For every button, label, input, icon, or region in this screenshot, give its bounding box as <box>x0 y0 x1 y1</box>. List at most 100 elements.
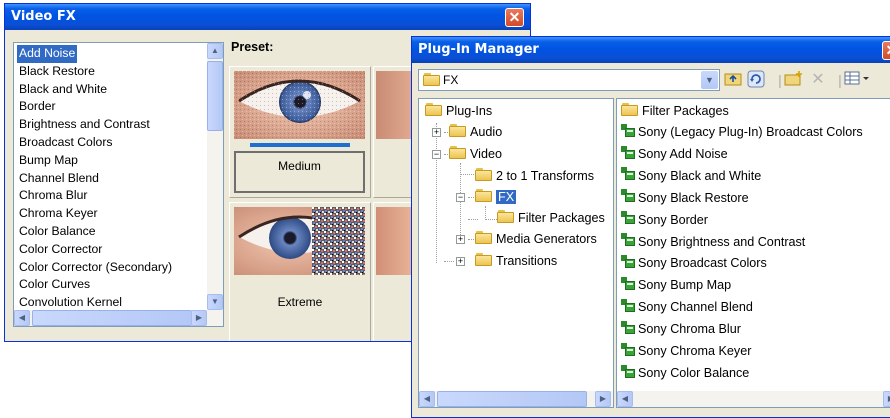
video-fx-close-button[interactable]: ✕ <box>505 8 524 27</box>
view-menu-icon[interactable] <box>844 70 869 90</box>
scroll-down-button[interactable]: ▼ <box>207 294 223 310</box>
effect-list-item[interactable]: Color Curves <box>17 276 92 294</box>
effect-list-item[interactable]: Chroma Keyer <box>17 205 100 223</box>
tree-item-media-generators[interactable]: Media Generators <box>475 229 597 250</box>
folder-icon <box>449 124 466 138</box>
effect-list-item[interactable]: Color Balance <box>17 223 98 241</box>
plugin-list-item[interactable]: Sony Brightness and Contrast <box>621 232 805 253</box>
effect-list-item[interactable]: Black Restore <box>17 63 97 81</box>
new-folder-icon[interactable] <box>784 70 804 90</box>
effect-list-item[interactable]: Broadcast Colors <box>17 134 114 152</box>
plugin-list-item[interactable]: Sony Black and White <box>621 166 761 187</box>
plugin-manager-close-button[interactable]: ✕ <box>882 41 890 60</box>
preset-selected-indicator <box>250 143 350 147</box>
preset-extreme-thumbnail <box>234 207 365 275</box>
folder-icon <box>475 253 492 267</box>
expand-icon[interactable]: + <box>456 257 465 266</box>
tree-item-transitions[interactable]: Transitions <box>475 251 557 272</box>
plugin-icon <box>621 276 635 291</box>
effect-list-item[interactable]: Chroma Blur <box>17 187 89 205</box>
scroll-up-button[interactable]: ▲ <box>207 43 223 59</box>
tree-item-audio[interactable]: Audio <box>449 122 502 143</box>
preset-partial[interactable] <box>373 202 416 341</box>
plugin-list-item[interactable]: Sony Bump Map <box>621 275 731 296</box>
plugin-list-item[interactable]: Sony Border <box>621 210 708 231</box>
folder-icon <box>497 210 514 224</box>
scroll-right-button[interactable]: ▶ <box>883 391 890 407</box>
preset-medium-thumbnail <box>234 71 365 139</box>
scroll-right-button[interactable]: ▶ <box>595 391 611 407</box>
tree-item-filter-packages[interactable]: Filter Packages <box>497 208 605 229</box>
folder-icon <box>425 103 442 117</box>
tree-item-plug-ins[interactable]: Plug-Ins <box>425 101 492 122</box>
plugin-list-item[interactable]: Sony Channel Blend <box>621 297 753 318</box>
address-value: FX <box>443 73 459 87</box>
expand-icon[interactable]: + <box>432 128 441 137</box>
expand-icon[interactable]: + <box>456 235 465 244</box>
preset-extreme[interactable]: Extreme <box>229 202 371 341</box>
effects-list[interactable]: Add Noise Black Restore Black and White Bor… <box>13 42 224 327</box>
preset-label: Preset: <box>231 40 274 54</box>
effect-list-item[interactable]: Black and White <box>17 81 109 99</box>
refresh-icon[interactable] <box>746 70 766 90</box>
effect-list-item[interactable]: Color Corrector (Secondary) <box>17 259 174 277</box>
tree-item-video[interactable]: Video <box>449 144 502 165</box>
horizontal-scroll-thumb[interactable] <box>437 391 587 407</box>
horizontal-scroll-thumb[interactable] <box>32 310 192 326</box>
preset-caption: Medium <box>278 159 321 173</box>
close-icon: ✕ <box>886 42 890 58</box>
folder-icon <box>475 189 492 203</box>
plugin-list[interactable]: Filter Packages Sony (Legacy Plug-In) Br… <box>616 98 890 408</box>
preset-medium[interactable]: Medium <box>229 66 371 198</box>
collapse-icon[interactable]: − <box>456 193 465 202</box>
effects-list-horizontal-scrollbar[interactable]: ◀ ▶ <box>14 310 223 326</box>
folder-tree[interactable]: Plug-Ins + Audio − Video 2 to 1 Transfor… <box>418 98 614 408</box>
plugin-list-item[interactable]: Sony Color Balance <box>621 363 749 384</box>
plugin-list-item[interactable]: Sony Black Restore <box>621 188 749 209</box>
plugin-manager-toolbar: FX ▼ | ✕ | <box>418 69 890 97</box>
list-horizontal-scrollbar[interactable]: ◀ ▶ <box>617 391 890 407</box>
close-icon: ✕ <box>508 9 521 25</box>
plugin-icon <box>621 364 635 379</box>
preset-partial[interactable] <box>373 66 416 198</box>
plugin-icon <box>621 167 635 181</box>
video-fx-titlebar[interactable]: Video FX <box>5 4 530 30</box>
address-combobox[interactable]: FX ▼ <box>418 69 720 91</box>
folder-icon <box>621 103 638 117</box>
list-item-filter-packages[interactable]: Filter Packages <box>621 101 729 122</box>
scroll-right-button[interactable]: ▶ <box>191 310 207 326</box>
plugin-list-item[interactable]: Sony Add Noise <box>621 144 728 165</box>
delete-icon[interactable]: ✕ <box>808 70 828 90</box>
folder-icon <box>423 73 444 88</box>
tree-item-fx[interactable]: FX <box>475 187 517 208</box>
preset-medium-caption-box: Medium <box>234 151 365 193</box>
up-folder-icon[interactable] <box>723 70 743 90</box>
plugin-list-item[interactable]: Sony Chroma Blur <box>621 319 741 340</box>
effect-list-item[interactable]: Bump Map <box>17 152 80 170</box>
video-fx-title: Video FX <box>11 9 76 24</box>
plugin-icon <box>621 211 635 225</box>
vertical-scroll-thumb[interactable] <box>207 61 223 131</box>
plugin-list-item[interactable]: Sony Broadcast Colors <box>621 253 767 274</box>
effect-list-item[interactable]: Brightness and Contrast <box>17 116 152 134</box>
scroll-left-button[interactable]: ◀ <box>419 391 435 407</box>
plugin-manager-titlebar[interactable]: Plug-In Manager <box>412 37 890 63</box>
collapse-icon[interactable]: − <box>432 150 441 159</box>
chevron-down-icon[interactable]: ▼ <box>701 71 718 89</box>
effects-list-vertical-scrollbar[interactable]: ▲ ▼ <box>207 43 223 310</box>
preset-partial-thumbnail <box>376 207 416 275</box>
plugin-icon <box>621 342 635 357</box>
tree-horizontal-scrollbar[interactable]: ◀ ▶ <box>419 391 613 407</box>
effect-list-item[interactable]: Border <box>17 98 58 116</box>
effect-list-item[interactable]: Color Corrector <box>17 241 104 259</box>
effect-list-item[interactable]: Channel Blend <box>17 170 101 188</box>
plugin-icon <box>621 123 635 138</box>
plugin-icon <box>621 320 635 335</box>
effect-list-item[interactable]: Add Noise <box>17 45 78 63</box>
tree-item-2-to-1-transforms[interactable]: 2 to 1 Transforms <box>475 166 594 187</box>
scroll-left-button[interactable]: ◀ <box>14 310 30 326</box>
plugin-list-item[interactable]: Sony Chroma Keyer <box>621 341 751 362</box>
folder-icon <box>449 146 466 160</box>
scroll-left-button[interactable]: ◀ <box>617 391 633 407</box>
plugin-list-item[interactable]: Sony (Legacy Plug-In) Broadcast Colors <box>621 122 863 143</box>
